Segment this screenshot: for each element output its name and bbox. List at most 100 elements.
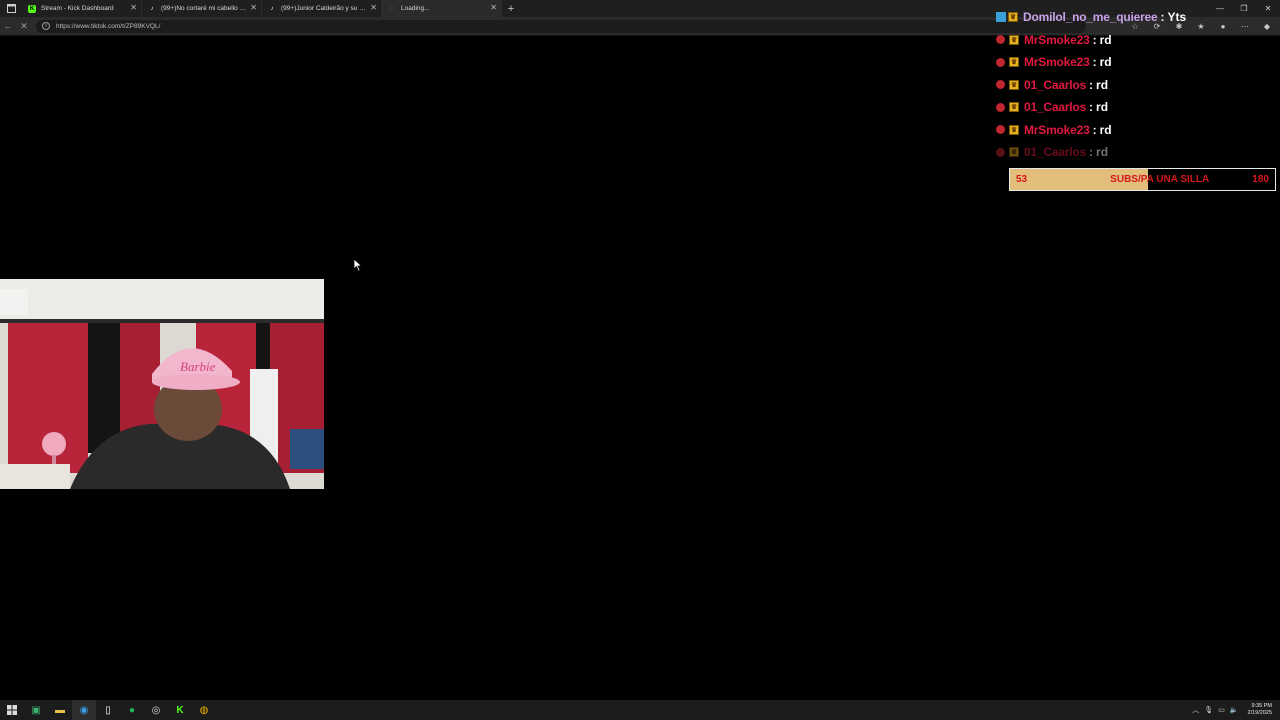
chat-separator: : xyxy=(1092,32,1097,47)
badge-dot-icon xyxy=(996,147,1005,157)
chat-message: ♛ 01_Caarlos: rd xyxy=(996,141,1280,164)
stop-icon: ✕ xyxy=(20,20,28,31)
chat-separator: : xyxy=(1089,77,1094,92)
chat-username[interactable]: MrSmoke23 xyxy=(1024,33,1090,47)
tab-title: (99+)No cortaré mi cabello hasta xyxy=(161,5,256,12)
tab-close-icon[interactable]: ✕ xyxy=(370,3,377,12)
clock[interactable]: 9:35 PM 2/19/2025 xyxy=(1248,703,1272,717)
arrow-left-icon: ← xyxy=(3,21,13,31)
new-tab-button[interactable]: + xyxy=(502,0,520,17)
notepad-button[interactable]: ▯ xyxy=(96,700,120,720)
obs-icon: ◎ xyxy=(151,704,161,716)
tab-actions-icon xyxy=(6,4,16,13)
goal-target: 180 xyxy=(1252,174,1269,185)
chat-username[interactable]: MrSmoke23 xyxy=(1024,55,1090,69)
crown-badge-icon: ♛ xyxy=(1009,79,1019,90)
crown-badge-icon: ♛ xyxy=(1009,124,1019,135)
tab-kick-dashboard[interactable]: K Stream - Kick Dashboard ✕ xyxy=(22,0,142,17)
chat-message: ♛ Domilol_no_me_quieree: Yts xyxy=(996,6,1280,29)
document-icon: ▯ xyxy=(105,704,111,716)
chat-text: Yts xyxy=(1167,10,1187,25)
chat-username[interactable]: 01_Caarlos xyxy=(1024,78,1086,92)
windows-icon xyxy=(7,705,17,715)
spotify-button[interactable]: ● xyxy=(120,700,144,720)
tab-actions-button[interactable] xyxy=(0,0,22,17)
badge-dot-icon xyxy=(996,57,1005,67)
crown-badge-icon: ♛ xyxy=(1009,147,1019,158)
chat-username[interactable]: 01_Caarlos xyxy=(1024,145,1086,159)
chat-separator: : xyxy=(1160,10,1165,25)
tab-title: (99+)Junior Caldeirão y su sorpre xyxy=(281,5,378,12)
network-icon[interactable]: ▭ xyxy=(1218,706,1225,714)
tiktok-icon: ♪ xyxy=(150,5,154,12)
url-text: https://www.tiktok.com/t/ZP89KVQL/ xyxy=(56,22,161,30)
goal-current: 53 xyxy=(1016,174,1028,185)
chat-username[interactable]: MrSmoke23 xyxy=(1024,123,1090,137)
sub-goal-bar: 53 SUBS/PA UNA SILLA 180 xyxy=(1009,168,1276,191)
loading-icon: ◌ xyxy=(390,5,394,12)
webcam-image: Barbie xyxy=(0,279,324,489)
badge-dot-icon xyxy=(996,80,1005,90)
obs-button[interactable]: ◎ xyxy=(144,700,168,720)
chat-message: ♛ 01_Caarlos: rd xyxy=(996,96,1280,119)
back-button[interactable]: ← xyxy=(0,17,16,36)
edge-icon: ◉ xyxy=(79,704,89,716)
volume-icon[interactable]: 🔈 xyxy=(1230,706,1239,714)
badge-dot-icon xyxy=(996,125,1005,135)
file-explorer-button[interactable]: ▬ xyxy=(48,700,72,720)
chrome-icon: ◍ xyxy=(199,704,209,716)
tab-tiktok-1[interactable]: ♪ (99+)No cortaré mi cabello hasta ✕ xyxy=(142,0,262,17)
chat-separator: : xyxy=(1089,100,1094,115)
tab-close-icon[interactable]: ✕ xyxy=(490,3,497,12)
chat-text: rd xyxy=(1099,122,1112,137)
stop-button[interactable]: ✕ xyxy=(16,17,32,36)
kick-app-button[interactable]: K xyxy=(168,700,192,720)
folder-icon: ▬ xyxy=(55,704,65,716)
tab-tiktok-2[interactable]: ♪ (99+)Junior Caldeirão y su sorpre ✕ xyxy=(262,0,382,17)
system-tray: ︿ 🎙 ▭ 🔈 9:35 PM 2/19/2025 xyxy=(1192,700,1272,720)
chat-separator: : xyxy=(1092,55,1097,70)
tab-close-icon[interactable]: ✕ xyxy=(130,3,137,12)
crown-badge-icon: ♛ xyxy=(1009,57,1019,68)
tab-title: Stream - Kick Dashboard xyxy=(41,5,114,12)
chat-text: rd xyxy=(1099,55,1112,70)
plus-icon: + xyxy=(507,2,515,15)
kick-icon: K xyxy=(28,4,36,13)
chat-message: ♛ 01_Caarlos: rd xyxy=(996,74,1280,97)
crown-badge-icon: ♛ xyxy=(1009,34,1019,45)
screen: K Stream - Kick Dashboard ✕ ♪ (99+)No co… xyxy=(0,0,1280,720)
chat-separator: : xyxy=(1089,145,1094,160)
mouse-cursor-icon xyxy=(353,258,363,272)
edge-button[interactable]: ◉ xyxy=(72,700,96,720)
chevron-up-icon[interactable]: ︿ xyxy=(1192,705,1199,715)
chat-separator: : xyxy=(1092,122,1097,137)
chat-text: rd xyxy=(1099,32,1112,47)
crown-badge-icon: ♛ xyxy=(1009,102,1019,113)
clock-time: 9:35 PM xyxy=(1251,703,1272,709)
terminal-app-button[interactable]: ▣ xyxy=(24,700,48,720)
chrome-button[interactable]: ◍ xyxy=(192,700,216,720)
chat-text: rd xyxy=(1096,145,1109,160)
kick-icon: K xyxy=(176,704,184,716)
tab-close-icon[interactable]: ✕ xyxy=(250,3,257,12)
tab-loading[interactable]: ◌ Loading... ✕ xyxy=(382,0,502,17)
microphone-icon[interactable]: 🎙 xyxy=(1204,706,1213,714)
chat-message: ♛ MrSmoke23: rd xyxy=(996,119,1280,142)
webcam-feed: Barbie xyxy=(0,279,324,489)
chat-username[interactable]: 01_Caarlos xyxy=(1024,100,1086,114)
chat-message: ♛ MrSmoke23: rd xyxy=(996,51,1280,74)
chat-message: ♛ MrSmoke23: rd xyxy=(996,29,1280,52)
start-button[interactable] xyxy=(0,700,24,720)
clock-date: 2/19/2025 xyxy=(1247,710,1272,716)
crown-badge-icon: ♛ xyxy=(1008,12,1018,23)
chat-text: rd xyxy=(1096,77,1109,92)
chat-text: rd xyxy=(1096,100,1109,115)
site-info-icon[interactable]: i xyxy=(42,22,50,30)
chat-username[interactable]: Domilol_no_me_quieree xyxy=(1023,10,1158,24)
chat-overlay: ♛ Domilol_no_me_quieree: Yts ♛ MrSmoke23: rd ♛… xyxy=(996,6,1280,164)
terminal-icon: ▣ xyxy=(31,704,41,716)
taskbar: ▣ ▬ ◉ ▯ ● ◎ K ◍ ︿ 🎙 ▭ 🔈 9:35 PM 2/19/202… xyxy=(0,700,1280,720)
cap-logo-text: Barbie xyxy=(180,359,216,374)
address-bar[interactable]: i https://www.tiktok.com/t/ZP89KVQL/ xyxy=(36,19,1086,33)
verified-badge-icon xyxy=(996,12,1006,23)
